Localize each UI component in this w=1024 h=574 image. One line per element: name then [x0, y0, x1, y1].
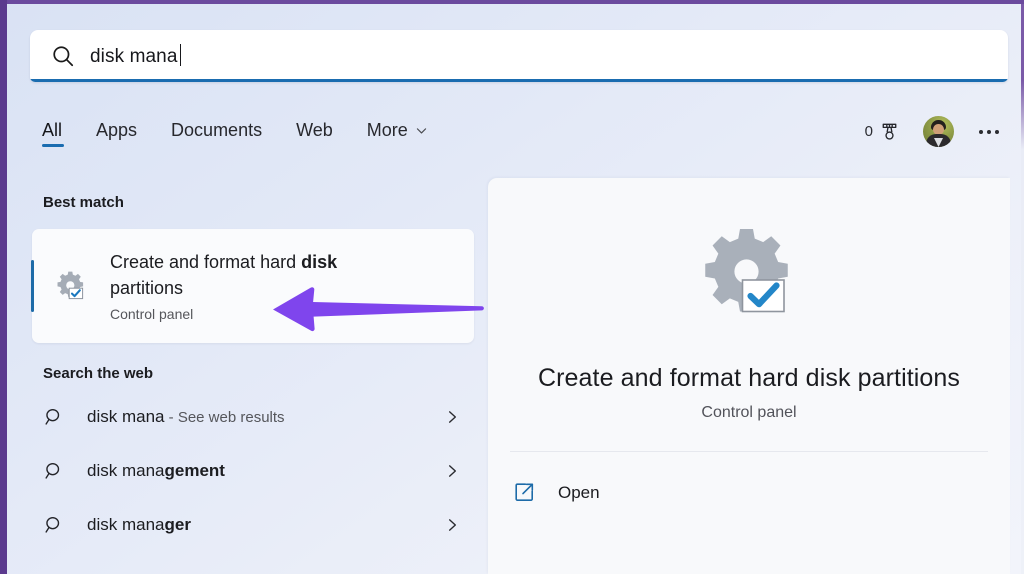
search-icon — [50, 43, 76, 69]
header-actions: 0 — [865, 116, 1002, 147]
search-icon — [43, 406, 65, 428]
best-match-title-match: disk — [301, 252, 338, 273]
text-caret — [179, 44, 181, 66]
tab-apps-label: Apps — [96, 120, 138, 140]
tab-all-label: All — [42, 120, 63, 140]
filter-tab-bar: All Apps Documents Web More 0 — [30, 108, 1008, 158]
divider — [510, 451, 988, 452]
search-input-value[interactable]: disk mana — [90, 44, 181, 68]
best-match-title-suffix: partitions — [110, 278, 184, 298]
search-text-value: disk mana — [90, 46, 178, 67]
results-list: Best match Create and format hard disk p… — [30, 172, 484, 574]
windows-search-overlay: disk mana All Apps Documents Web More 0 … — [0, 0, 1024, 574]
best-match-title: Create and format hard disk partitions — [110, 250, 390, 301]
list-item-label: disk manager — [87, 515, 191, 535]
tab-web[interactable]: Web — [296, 108, 333, 141]
suggestion-typed-text: disk mana — [87, 407, 165, 426]
open-button[interactable]: Open — [512, 480, 1010, 505]
tab-all[interactable]: All — [42, 108, 65, 147]
ellipsis-dot-3 — [995, 129, 999, 134]
search-icon — [43, 460, 65, 482]
list-item[interactable]: disk mana - See web results — [30, 390, 482, 444]
ellipsis-dot-2 — [987, 129, 991, 134]
ellipsis-icon[interactable] — [976, 124, 1002, 140]
list-item-label: disk mana - See web results — [87, 407, 285, 427]
search-icon — [43, 514, 65, 536]
suggestion-typed-text: disk mana — [87, 461, 165, 480]
tab-documents-label: Documents — [171, 120, 263, 140]
chevron-right-icon[interactable] — [445, 518, 460, 533]
tab-web-label: Web — [296, 120, 333, 140]
best-match-title-prefix: Create and format hard — [110, 252, 302, 273]
open-button-label: Open — [558, 482, 600, 502]
avatar[interactable] — [923, 116, 954, 147]
selection-indicator — [31, 260, 34, 312]
tab-more-label: More — [366, 120, 408, 140]
web-suggestions: disk mana - See web results disk managem… — [30, 390, 482, 552]
open-external-icon — [512, 480, 537, 505]
list-item[interactable]: disk management — [30, 444, 482, 498]
suggestion-typed-text: disk mana — [87, 515, 165, 534]
search-focus-underline — [30, 79, 1008, 82]
preview-subtitle: Control panel — [701, 404, 797, 421]
gear-check-icon — [697, 222, 801, 326]
rewards-button[interactable]: 0 — [865, 120, 901, 143]
tab-more[interactable]: More — [367, 108, 428, 141]
window-frame-left-accent — [0, 0, 7, 574]
best-match-result[interactable]: Create and format hard disk partitions C… — [31, 229, 484, 343]
search-the-web-heading: Search the web — [43, 365, 154, 382]
preview-title: Create and format hard disk partitions — [537, 364, 961, 392]
list-item-label: disk management — [87, 461, 225, 481]
tab-documents[interactable]: Documents — [171, 108, 262, 141]
gear-check-icon — [54, 269, 88, 303]
chevron-right-icon[interactable] — [445, 464, 460, 479]
preview-pane: Create and format hard disk partitions C… — [488, 178, 1010, 574]
window-frame-top-accent — [0, 0, 1024, 4]
suggestion-completion-text: ger — [164, 515, 191, 534]
filter-tabs: All Apps Documents Web More — [42, 108, 428, 158]
suggestion-suffix-text: - See web results — [164, 409, 285, 426]
list-item[interactable]: disk manager — [30, 498, 482, 552]
tab-apps[interactable]: Apps — [96, 108, 137, 141]
chevron-right-icon[interactable] — [445, 410, 460, 425]
rewards-count: 0 — [864, 123, 873, 140]
best-match-heading: Best match — [43, 194, 124, 211]
chevron-down-icon — [415, 124, 428, 137]
ellipsis-dot-1 — [979, 129, 983, 134]
suggestion-completion-text: gement — [164, 461, 225, 480]
best-match-texts: Create and format hard disk partitions C… — [110, 250, 390, 321]
best-match-subtitle: Control panel — [110, 305, 194, 322]
search-box[interactable]: disk mana — [30, 30, 1008, 82]
medal-icon — [878, 120, 901, 143]
